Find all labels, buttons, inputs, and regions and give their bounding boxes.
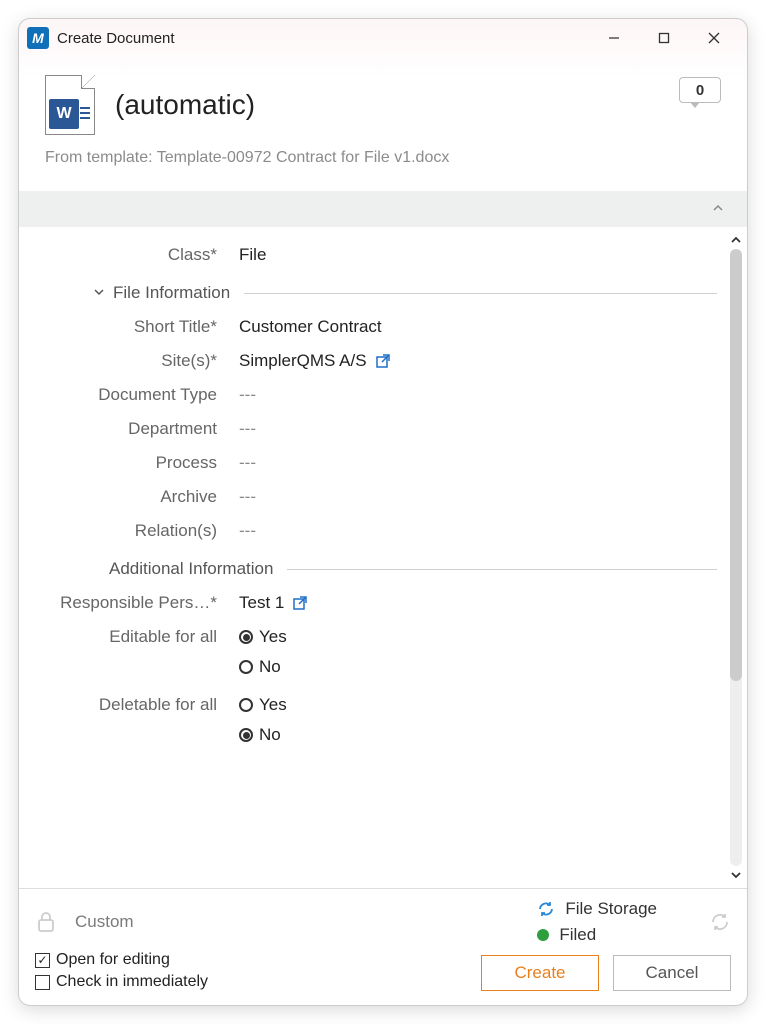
deletable-no-radio[interactable]: No: [239, 725, 281, 745]
file-information-section[interactable]: File Information: [49, 283, 717, 303]
permission-label[interactable]: Custom: [75, 912, 134, 932]
deletable-for-all-label: Deletable for all: [49, 695, 239, 715]
scrollbar-thumb[interactable]: [730, 249, 742, 681]
relations-label: Relation(s): [49, 521, 239, 541]
open-for-editing-checkbox[interactable]: ✓ Open for editing: [35, 951, 208, 969]
department-value[interactable]: ---: [239, 419, 256, 439]
footer: Custom File Storage Filed: [19, 888, 747, 1005]
additional-info-label: Additional Information: [109, 559, 273, 579]
section-collapse-bar[interactable]: [19, 191, 747, 227]
create-button[interactable]: Create: [481, 955, 599, 991]
document-type-value[interactable]: ---: [239, 385, 256, 405]
sites-label: Site(s)*: [49, 351, 239, 371]
process-value[interactable]: ---: [239, 453, 256, 473]
responsible-person-label: Responsible Pers…*: [49, 593, 239, 613]
short-title-value[interactable]: Customer Contract: [239, 317, 382, 337]
scroll-down-icon[interactable]: [727, 866, 745, 884]
chevron-up-icon: [711, 201, 725, 218]
word-document-icon: W: [45, 75, 95, 135]
refresh-icon[interactable]: [709, 911, 731, 933]
from-template-label: From template: Template-00972 Contract f…: [19, 149, 747, 191]
document-title: (automatic): [115, 89, 255, 121]
external-link-icon[interactable]: [292, 595, 308, 611]
create-document-window: M Create Document W (automatic) 0 From t…: [18, 18, 748, 1006]
archive-label: Archive: [49, 487, 239, 507]
relations-value[interactable]: ---: [239, 521, 256, 541]
department-label: Department: [49, 419, 239, 439]
app-icon: M: [27, 27, 49, 49]
archive-value[interactable]: ---: [239, 487, 256, 507]
editable-no-radio[interactable]: No: [239, 657, 281, 677]
scroll-up-icon[interactable]: [727, 231, 745, 249]
close-button[interactable]: [689, 19, 739, 57]
maximize-button[interactable]: [639, 19, 689, 57]
file-info-label: File Information: [113, 283, 230, 303]
scrollbar[interactable]: [727, 231, 745, 884]
document-header: W (automatic) 0: [19, 57, 747, 149]
responsible-person-value[interactable]: Test 1: [239, 593, 284, 613]
document-type-label: Document Type: [49, 385, 239, 405]
cancel-button[interactable]: Cancel: [613, 955, 731, 991]
check-in-immediately-checkbox[interactable]: Check in immediately: [35, 973, 208, 991]
external-link-icon[interactable]: [375, 353, 391, 369]
comment-count-badge[interactable]: 0: [679, 77, 721, 103]
filed-status: Filed: [537, 925, 657, 945]
window-title: Create Document: [57, 30, 175, 47]
file-storage-status: File Storage: [537, 899, 657, 919]
sync-icon: [537, 900, 555, 918]
short-title-label: Short Title*: [49, 317, 239, 337]
editable-for-all-label: Editable for all: [49, 627, 239, 647]
deletable-yes-radio[interactable]: Yes: [239, 695, 287, 715]
lock-icon: [35, 910, 57, 934]
sites-value[interactable]: SimplerQMS A/S: [239, 351, 367, 371]
class-label: Class*: [49, 245, 239, 265]
form-scroll-region: Class* File File Information Short Title…: [19, 227, 747, 888]
additional-information-section: Additional Information: [49, 559, 717, 579]
minimize-button[interactable]: [589, 19, 639, 57]
titlebar: M Create Document: [19, 19, 747, 57]
process-label: Process: [49, 453, 239, 473]
class-value[interactable]: File: [239, 245, 266, 265]
editable-yes-radio[interactable]: Yes: [239, 627, 287, 647]
chevron-down-icon: [93, 285, 105, 301]
status-dot-icon: [537, 929, 549, 941]
